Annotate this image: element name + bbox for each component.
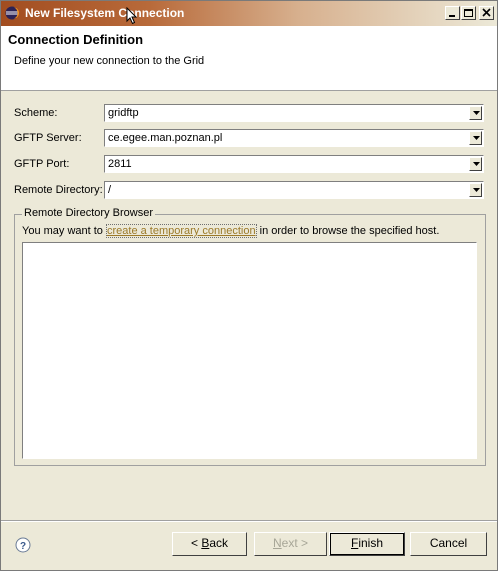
remote-dir-value: / — [108, 184, 112, 196]
scheme-label: Scheme: — [14, 107, 58, 119]
scheme-value: gridftp — [108, 107, 139, 119]
maximize-icon — [464, 9, 473, 17]
wizard-header: Connection Definition Define your new co… — [1, 26, 497, 91]
remote-dir-dropdown-button[interactable] — [469, 183, 482, 197]
browse-hint-prefix: You may want to — [22, 225, 106, 237]
svg-text:?: ? — [20, 541, 26, 552]
chevron-down-icon — [473, 111, 480, 115]
scheme-dropdown-button[interactable] — [469, 106, 482, 120]
minimize-button[interactable] — [445, 6, 460, 20]
eclipse-icon — [5, 6, 19, 20]
window-title: New Filesystem Connection — [25, 6, 185, 20]
chevron-down-icon — [473, 188, 480, 192]
create-temp-connection-link[interactable]: create a temporary connection — [105, 224, 257, 238]
browse-hint-suffix: in order to browse the specified host. — [256, 225, 440, 237]
mouse-cursor-icon — [126, 7, 138, 25]
scheme-combo[interactable]: gridftp — [104, 104, 484, 122]
maximize-button[interactable] — [461, 6, 476, 20]
chevron-down-icon — [473, 162, 480, 166]
finish-button[interactable]: Finish — [329, 532, 405, 556]
close-icon — [482, 8, 491, 17]
minimize-icon — [449, 15, 455, 17]
page-title: Connection Definition — [8, 32, 144, 47]
footer-separator — [1, 520, 497, 522]
browse-hint: You may want to create a temporary conne… — [22, 224, 440, 238]
server-combo[interactable]: ce.egee.man.poznan.pl — [104, 129, 484, 147]
close-button[interactable] — [479, 6, 494, 20]
dialog-window: New Filesystem Connection Connection Def… — [0, 0, 498, 571]
server-value: ce.egee.man.poznan.pl — [108, 132, 223, 144]
port-value: 2811 — [108, 158, 132, 170]
port-label: GFTP Port: — [14, 158, 70, 170]
port-dropdown-button[interactable] — [469, 157, 482, 171]
help-icon[interactable]: ? — [15, 537, 31, 553]
directory-tree[interactable] — [22, 242, 477, 459]
server-dropdown-button[interactable] — [469, 131, 482, 145]
title-bar[interactable]: New Filesystem Connection — [1, 1, 497, 26]
chevron-down-icon — [473, 136, 480, 140]
port-combo[interactable]: 2811 — [104, 155, 484, 173]
cancel-button[interactable]: Cancel — [410, 532, 487, 556]
back-button[interactable]: < Back — [172, 532, 247, 556]
next-button[interactable]: Next > — [254, 532, 327, 556]
remote-dir-label: Remote Directory: — [14, 184, 103, 196]
remote-dir-combo[interactable]: / — [104, 181, 484, 199]
page-description: Define your new connection to the Grid — [14, 55, 205, 67]
server-label: GFTP Server: — [14, 132, 82, 144]
group-title: Remote Directory Browser — [22, 207, 155, 219]
